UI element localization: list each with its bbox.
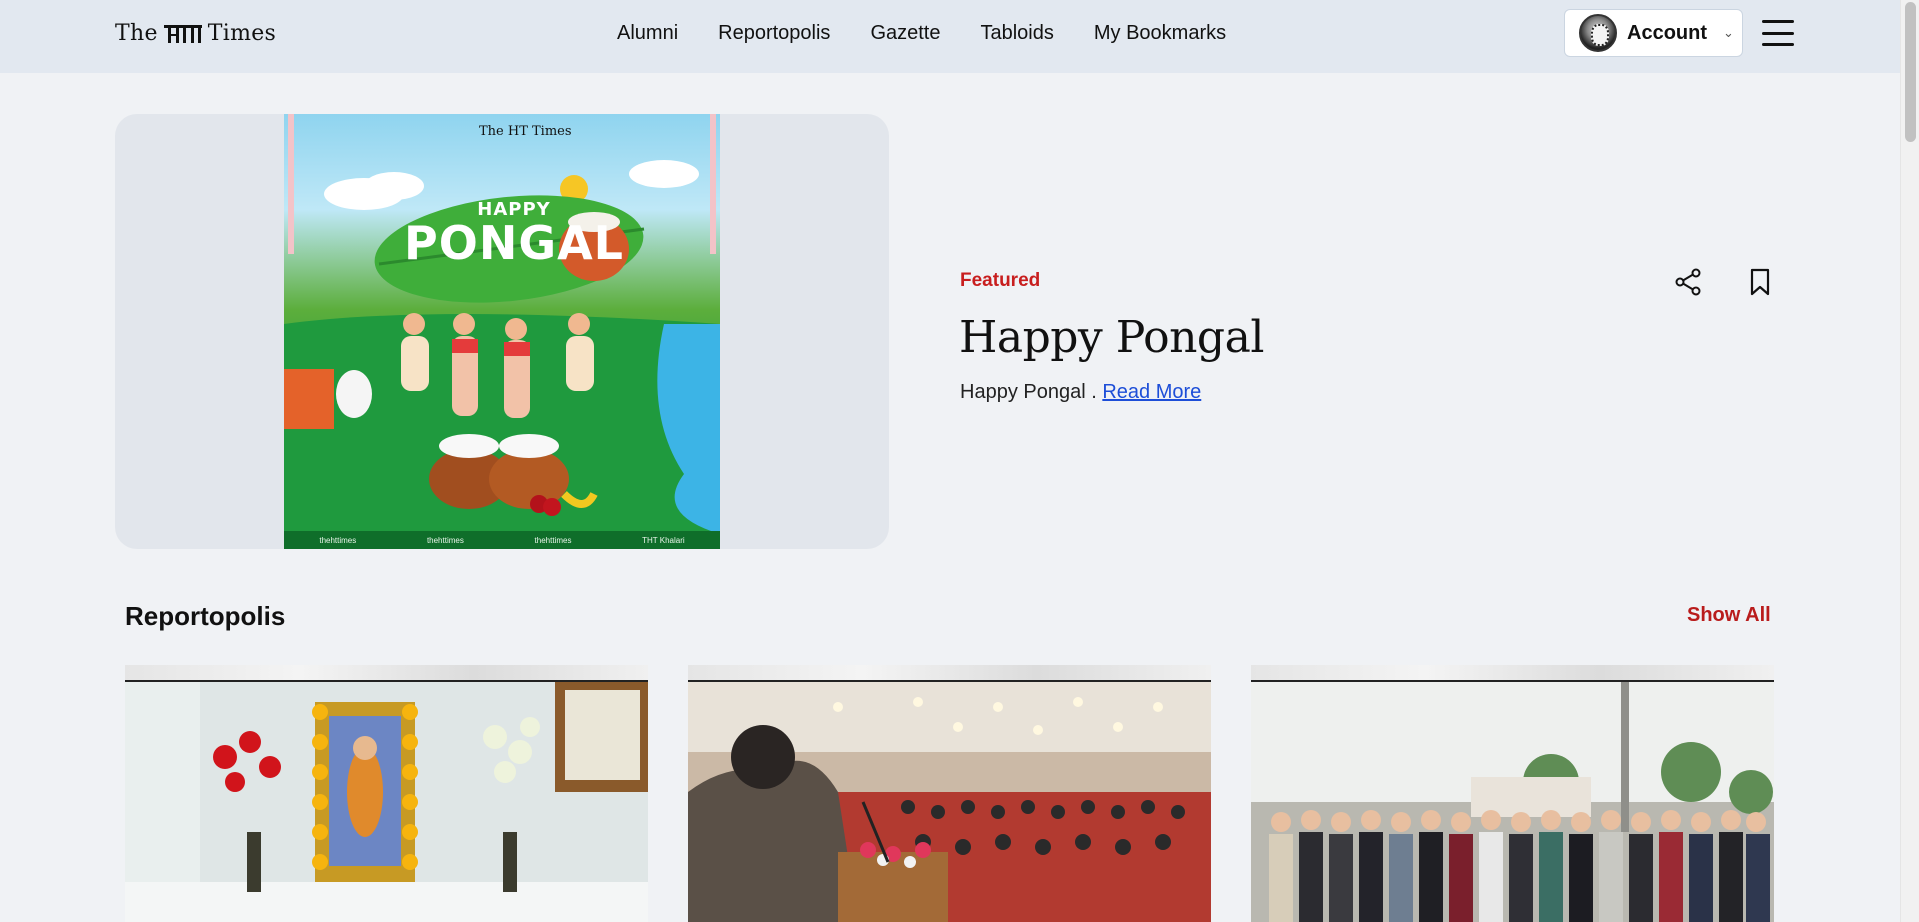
poster-pongal: PONGAL [404, 216, 624, 270]
poster-social-footer: thehttimes thehttimes thehttimes THT Kha… [284, 531, 720, 549]
top-navbar: The Times Alumni Reportopolis Gazette Ta… [0, 0, 1900, 73]
card-top-strip [1251, 665, 1774, 682]
hamburger-menu-icon[interactable] [1762, 20, 1794, 46]
article-card[interactable] [688, 665, 1211, 922]
nav-link-reportopolis[interactable]: Reportopolis [718, 22, 830, 45]
avatar [1579, 14, 1617, 52]
featured-description-text: Happy Pongal . [960, 381, 1097, 403]
featured-poster-image[interactable]: The HT Times HAPPY PONGAL thehttimes the… [284, 114, 720, 549]
card-top-strip [688, 665, 1211, 682]
account-label: Account [1627, 21, 1707, 44]
poster-social-instagram: thehttimes [534, 535, 572, 545]
poster-social-youtube: thehttimes [319, 535, 357, 545]
article-card-image [125, 682, 648, 922]
show-all-link[interactable]: Show All [1687, 604, 1771, 627]
nav-link-tabloids[interactable]: Tabloids [980, 22, 1053, 45]
featured-description: Happy Pongal . Read More [960, 381, 1201, 404]
card-top-strip [125, 665, 648, 682]
nav-link-alumni[interactable]: Alumni [617, 22, 678, 45]
logo-prefix: The [115, 21, 158, 46]
nav-link-gazette[interactable]: Gazette [870, 22, 940, 45]
article-card-image [1251, 682, 1774, 922]
article-card[interactable] [1251, 665, 1774, 922]
site-logo[interactable]: The Times [115, 21, 276, 46]
section-title-reportopolis: Reportopolis [125, 601, 286, 631]
poster-social-other: THT Khalari [642, 535, 685, 545]
bookmark-icon[interactable] [1745, 267, 1775, 297]
poster-brand: The HT Times [479, 124, 572, 139]
article-card[interactable] [125, 665, 648, 922]
nav-link-my-bookmarks[interactable]: My Bookmarks [1094, 22, 1226, 45]
chevron-down-icon: ⌄ [1723, 25, 1734, 40]
featured-tag: Featured [960, 270, 1041, 291]
featured-title[interactable]: Happy Pongal [959, 312, 1264, 363]
poster-title: HAPPY PONGAL [404, 199, 624, 266]
page-scrollbar[interactable] [1900, 0, 1919, 922]
article-card-image [688, 682, 1211, 922]
poster-social-facebook: thehttimes [426, 535, 464, 545]
read-more-link[interactable]: Read More [1102, 381, 1201, 403]
logo-mark-icon [163, 24, 202, 44]
account-button[interactable]: Account ⌄ [1564, 9, 1743, 57]
logo-suffix: Times [207, 21, 277, 46]
share-icon[interactable] [1673, 267, 1703, 297]
scrollbar-thumb[interactable] [1905, 2, 1916, 142]
main-nav: Alumni Reportopolis Gazette Tabloids My … [617, 22, 1226, 45]
